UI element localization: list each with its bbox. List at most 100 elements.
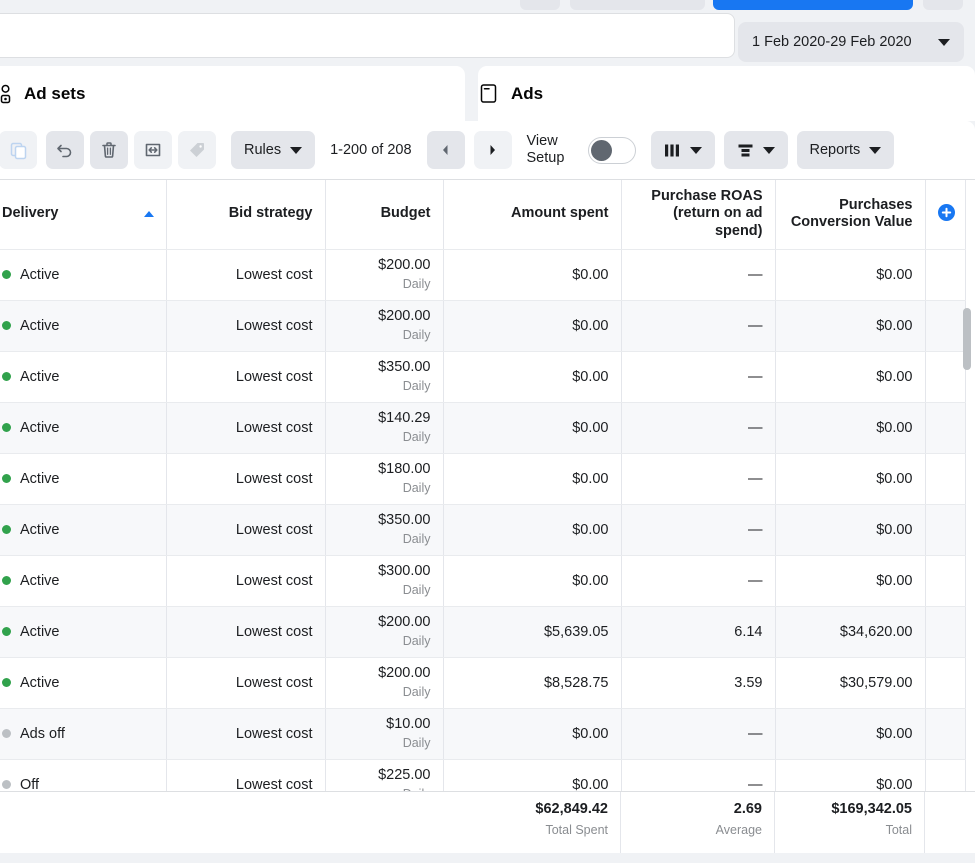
budget-amount: $350.00 <box>378 358 431 375</box>
cell-budget: $200.00 Daily <box>325 300 444 352</box>
column-header-purchases-conversion-value[interactable]: Purchases Conversion Value <box>775 180 926 250</box>
columns-dropdown[interactable] <box>650 131 715 169</box>
top-stub-button-4[interactable] <box>923 0 963 10</box>
total-amount-spent-label: Total Spent <box>545 822 608 837</box>
add-column-header[interactable] <box>925 180 966 250</box>
cell-purchase-roas: — <box>621 351 776 403</box>
cell-purchase-roas: — <box>621 402 776 454</box>
tab-ads[interactable]: Ads <box>478 66 975 121</box>
cell-bid-strategy: Lowest cost <box>166 351 326 403</box>
cell-delivery: Active <box>0 351 167 403</box>
chevron-left-icon <box>443 145 448 155</box>
top-primary-button[interactable] <box>713 0 913 10</box>
revert-button[interactable] <box>46 131 84 169</box>
top-stub-button-1[interactable] <box>520 0 560 10</box>
cell-purchases-conversion-value: $0.00 <box>775 351 926 403</box>
budget-cadence: Daily <box>402 430 431 445</box>
adsets-grid-icon <box>0 83 12 105</box>
totals-row: $62,849.42 Total Spent 2.69 Average $169… <box>443 791 975 853</box>
rules-dropdown[interactable]: Rules <box>231 131 316 169</box>
total-amount-spent: $62,849.42 Total Spent <box>443 792 621 853</box>
column-header-delivery[interactable]: Delivery <box>0 180 167 250</box>
total-amount-spent-value: $62,849.42 <box>535 801 608 817</box>
table-row[interactable]: Ads off Lowest cost $10.00 Daily $0.00— $0.00 <box>0 708 966 760</box>
view-setup-link[interactable]: View Setup <box>527 133 573 167</box>
table-row[interactable]: Active Lowest cost $140.29 Daily $0.00— $0.00 <box>0 402 966 454</box>
budget-amount: $350.00 <box>378 511 431 528</box>
table-vertical-scrollbar[interactable] <box>963 308 971 370</box>
tag-button[interactable] <box>178 131 216 169</box>
view-setup-toggle[interactable] <box>587 136 636 164</box>
top-button-strip <box>0 0 975 12</box>
table-row[interactable]: Active Lowest cost $200.00 Daily $5,639.05 6.… <box>0 606 966 658</box>
next-page-button[interactable] <box>473 131 512 169</box>
cell-purchases-conversion-value: $34,620.00 <box>775 606 926 658</box>
ab-test-button[interactable] <box>134 131 172 169</box>
cell-purchases-conversion-value: $0.00 <box>775 249 926 301</box>
delivery-status-label: Active <box>20 521 60 538</box>
cell-budget: $200.00 Daily <box>325 249 444 301</box>
delivery-status-label: Active <box>20 368 60 385</box>
delivery-status-label: Ads off <box>20 725 65 742</box>
budget-amount: $180.00 <box>378 460 431 477</box>
table-row[interactable]: Active Lowest cost $350.00 Daily $0.00— $0.00 <box>0 504 966 556</box>
cell-bid-strategy: Lowest cost <box>166 402 326 454</box>
breakdown-dropdown[interactable] <box>723 131 788 169</box>
trash-icon <box>102 142 116 158</box>
prev-page-button[interactable] <box>426 131 465 169</box>
chevron-down-icon <box>689 146 702 154</box>
tag-icon <box>190 143 205 157</box>
reports-dropdown[interactable]: Reports <box>796 131 895 169</box>
view-setup-line2: Setup <box>526 150 565 166</box>
cell-purchases-conversion-value: $0.00 <box>775 555 926 607</box>
cell-purchase-roas: — <box>621 555 776 607</box>
cell-amount-spent: $8,528.75 <box>443 657 622 709</box>
delivery-status-label: Active <box>20 623 60 640</box>
total-purchase-roas: 2.69 Average <box>621 792 775 853</box>
table-row[interactable]: Active Lowest cost $200.00 Daily $8,528.75 3.… <box>0 657 966 709</box>
add-column-icon[interactable] <box>937 204 955 222</box>
budget-cadence: Daily <box>402 685 431 700</box>
table-header: Delivery Bid strategy Budget Amount spen… <box>0 180 966 250</box>
delete-button[interactable] <box>90 131 128 169</box>
budget-cadence: Daily <box>402 532 431 547</box>
table-row[interactable]: Active Lowest cost $200.00 Daily $0.00— $0.00 <box>0 249 966 301</box>
budget-cadence: Daily <box>402 481 431 496</box>
table-panel: Rules 1-200 of 208 View Setup Reports De… <box>0 121 975 853</box>
cell-delivery: Ads off <box>0 708 167 760</box>
column-header-purchase-roas[interactable]: Purchase ROAS (return on ad spend) <box>621 180 776 250</box>
cell-budget: $10.00 Daily <box>325 708 444 760</box>
cell-budget: $140.29 Daily <box>325 402 444 454</box>
date-range-picker[interactable]: 1 Feb 2020-29 Feb 2020 <box>738 22 964 62</box>
total-purchases-cv-label: Total <box>885 822 912 837</box>
chevron-right-icon <box>490 145 496 155</box>
breakdown-icon <box>738 144 753 156</box>
table-row[interactable]: Active Lowest cost $200.00 Daily $0.00— $0.00 <box>0 300 966 352</box>
delivery-status-label: Active <box>20 674 60 691</box>
cell-amount-spent: $0.00 <box>443 300 622 352</box>
column-header-amount-spent[interactable]: Amount spent <box>443 180 622 250</box>
duplicate-icon <box>10 142 26 159</box>
cell-bid-strategy: Lowest cost <box>166 708 326 760</box>
table-row[interactable]: Active Lowest cost $180.00 Daily $0.00— $0.00 <box>0 453 966 505</box>
search-filter-input[interactable] <box>0 13 735 58</box>
chevron-down-icon <box>938 38 950 46</box>
table-row[interactable]: Active Lowest cost $350.00 Daily $0.00— $0.00 <box>0 351 966 403</box>
ad-sets-table: Delivery Bid strategy Budget Amount spen… <box>0 180 966 811</box>
cell-amount-spent: $0.00 <box>443 504 622 556</box>
status-dot-icon <box>2 780 11 789</box>
column-header-bid-strategy[interactable]: Bid strategy <box>166 180 326 250</box>
tab-ad-sets-label: Ad sets <box>24 83 86 103</box>
data-table-scroll[interactable]: Delivery Bid strategy Budget Amount spen… <box>0 180 975 853</box>
cell-amount-spent: $0.00 <box>443 249 622 301</box>
table-row[interactable]: Active Lowest cost $300.00 Daily $0.00— $0.00 <box>0 555 966 607</box>
cell-purchase-roas: — <box>621 249 776 301</box>
totals-spacer-cell <box>925 792 975 853</box>
column-header-budget[interactable]: Budget <box>325 180 444 250</box>
status-dot-icon <box>2 372 11 381</box>
budget-amount: $10.00 <box>386 715 431 732</box>
cell-bid-strategy: Lowest cost <box>166 606 326 658</box>
top-stub-button-2[interactable] <box>570 0 705 10</box>
tab-ad-sets[interactable]: Ad sets <box>0 66 465 121</box>
duplicate-button[interactable] <box>0 131 37 169</box>
